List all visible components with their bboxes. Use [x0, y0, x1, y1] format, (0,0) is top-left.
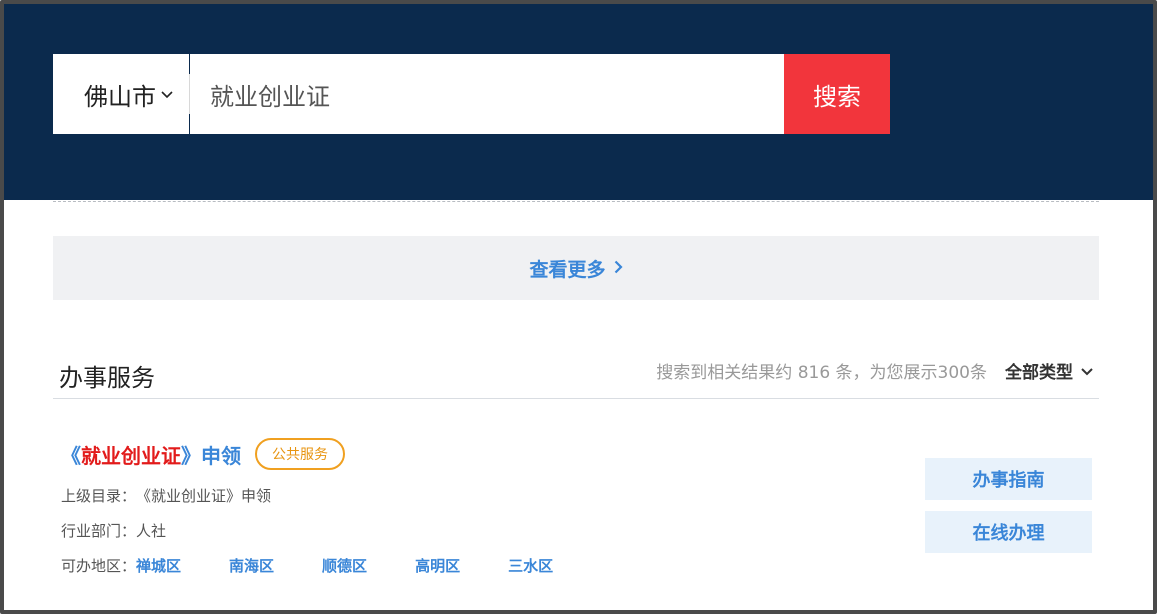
regions-row: 可办地区： 禅城区 南海区 顺德区 高明区 三水区 [61, 555, 601, 576]
service-guide-button[interactable]: 办事指南 [925, 458, 1092, 500]
section-title: 办事服务 [59, 364, 155, 392]
region-link[interactable]: 禅城区 [136, 555, 181, 576]
department-label: 行业部门： [61, 522, 137, 540]
region-link[interactable]: 高明区 [415, 555, 460, 576]
category-tag: 公共服务 [255, 438, 345, 470]
parent-directory-value: 《就业创业证》申领 [136, 487, 272, 505]
type-filter-label: 全部类型 [1005, 363, 1073, 383]
title-open-quote: 《 [61, 443, 81, 468]
region-link[interactable]: 顺德区 [322, 555, 367, 576]
result-title-link[interactable]: 《 就业创业证 》 申领 公共服务 [61, 438, 345, 470]
title-close-quote: 》 [181, 443, 201, 468]
city-select-label: 佛山市 [84, 82, 156, 111]
search-input[interactable] [190, 54, 784, 134]
city-select[interactable]: 佛山市 [53, 54, 189, 134]
department-row: 行业部门： 人社 [61, 520, 166, 541]
title-suffix: 申领 [201, 443, 241, 468]
view-more-button[interactable]: 查看更多 [53, 236, 1099, 300]
page-frame: 佛山市 搜索 查看更多 办事服务 搜索到相关结果约 816 条，为您展示300条… [0, 0, 1157, 614]
chevron-right-icon [614, 258, 623, 279]
chevron-down-icon [1081, 362, 1093, 380]
chevron-down-icon [161, 84, 173, 103]
department-value: 人社 [136, 522, 167, 540]
parent-directory-label: 上级目录： [61, 487, 137, 505]
result-summary: 搜索到相关结果约 816 条，为您展示300条 [656, 363, 987, 383]
dashed-divider [53, 201, 1099, 202]
type-filter-dropdown[interactable]: 全部类型 [1005, 358, 1093, 383]
search-box: 佛山市 搜索 [53, 54, 890, 134]
online-handle-button[interactable]: 在线办理 [925, 511, 1092, 553]
section-divider [53, 398, 1099, 399]
search-button[interactable]: 搜索 [784, 54, 890, 134]
regions-label: 可办地区： [61, 557, 137, 575]
section-meta: 搜索到相关结果约 816 条，为您展示300条 全部类型 [656, 358, 1093, 383]
region-link[interactable]: 三水区 [508, 555, 553, 576]
search-header: 佛山市 搜索 [4, 4, 1153, 200]
view-more-label: 查看更多 [529, 258, 606, 281]
parent-directory-row: 上级目录： 《就业创业证》申领 [61, 485, 271, 506]
region-link[interactable]: 南海区 [229, 555, 274, 576]
title-highlight: 就业创业证 [81, 443, 181, 468]
